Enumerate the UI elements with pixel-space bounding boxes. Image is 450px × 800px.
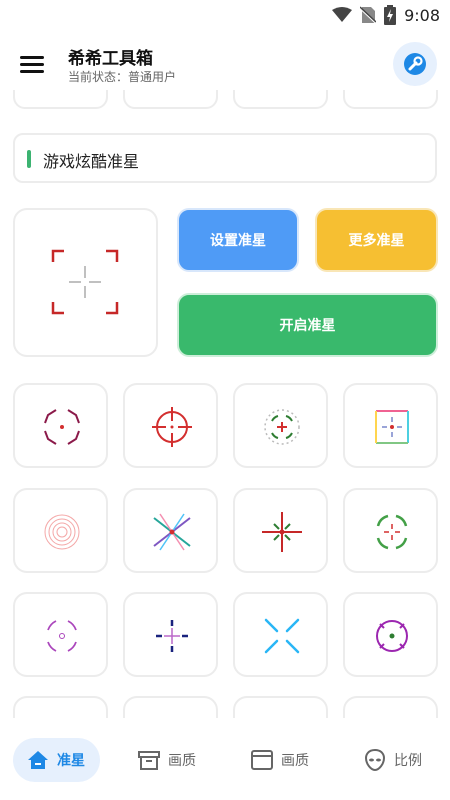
more-crosshair-button[interactable]: 更多准星: [315, 208, 438, 272]
crosshair-option[interactable]: [123, 383, 218, 468]
wrench-icon: [404, 53, 426, 75]
nav-label: 画质: [281, 753, 309, 769]
crosshair-dotted-ring-icon: [264, 409, 300, 445]
crosshair-scope-icon: [152, 407, 192, 447]
wrench-button[interactable]: [393, 42, 437, 86]
crosshair-magenta-circle-icon: [376, 620, 408, 652]
crosshair-option[interactable]: [123, 592, 218, 677]
crosshair-option[interactable]: [343, 592, 438, 677]
status-time: 9:08: [404, 5, 440, 25]
crosshair-star-icon: [262, 512, 302, 552]
nav-quality-1[interactable]: 画质: [138, 738, 196, 782]
crosshair-option[interactable]: [343, 696, 438, 718]
crosshair-option[interactable]: [233, 383, 328, 468]
open-crosshair-button[interactable]: 开启准星: [177, 293, 438, 357]
crosshair-option[interactable]: [13, 383, 108, 468]
nav-ratio[interactable]: 比例: [364, 738, 422, 782]
nav-label: 比例: [394, 753, 422, 769]
main-content[interactable]: 游戏炫酷准星 设置准星 更多准星 开启准星: [0, 90, 450, 718]
crosshair-preview-icon: [51, 249, 119, 315]
window-icon: [251, 750, 273, 770]
home-icon: [28, 751, 48, 769]
crosshair-navy-plus-icon: [156, 620, 188, 652]
crosshair-option[interactable]: [233, 592, 328, 677]
set-crosshair-button[interactable]: 设置准星: [177, 208, 299, 272]
app-title: 希希工具箱: [68, 49, 153, 69]
crosshair-purple-ring-icon: [47, 620, 77, 652]
scrolled-card[interactable]: [123, 90, 218, 109]
nav-quality-2[interactable]: 画质: [251, 738, 309, 782]
crosshair-option[interactable]: [233, 696, 328, 718]
nav-crosshair[interactable]: 准星: [13, 738, 100, 782]
scrolled-card[interactable]: [233, 90, 328, 109]
crosshair-x-multicolor-icon: [153, 513, 191, 551]
crosshair-option[interactable]: [233, 488, 328, 573]
bottom-navigation: 准星 画质 画质 比例: [0, 718, 450, 800]
nav-label: 画质: [168, 753, 196, 769]
crosshair-option[interactable]: [343, 383, 438, 468]
nav-label: 准星: [57, 753, 85, 769]
scrolled-card[interactable]: [343, 90, 438, 109]
crosshair-option[interactable]: [123, 488, 218, 573]
crosshair-concentric-icon: [44, 514, 80, 550]
crosshair-green-brackets-icon: [376, 514, 408, 550]
status-icons: 9:08: [332, 4, 440, 26]
crosshair-option[interactable]: [13, 696, 108, 718]
menu-icon[interactable]: [20, 54, 46, 76]
section-accent-bar: [27, 150, 31, 168]
status-bar: 9:08: [0, 0, 450, 30]
section-header: 游戏炫酷准星: [13, 133, 437, 183]
scrolled-card[interactable]: [13, 90, 108, 109]
crosshair-rainbow-square-icon: [375, 410, 409, 444]
crosshair-preview: [13, 208, 158, 357]
alien-face-icon: [364, 749, 386, 771]
crosshair-option[interactable]: [13, 488, 108, 573]
crosshair-option[interactable]: [13, 592, 108, 677]
crosshair-octagon-icon: [44, 409, 80, 445]
archive-box-icon: [138, 751, 160, 770]
wifi-icon: [332, 7, 353, 22]
crosshair-cyan-x-icon: [264, 618, 300, 654]
section-title: 游戏炫酷准星: [43, 152, 140, 171]
crosshair-option[interactable]: [343, 488, 438, 573]
crosshair-option[interactable]: [123, 696, 218, 718]
battery-charging-icon: [384, 5, 397, 25]
no-sim-icon: [360, 6, 377, 24]
user-status: 当前状态：普通用户: [68, 70, 177, 84]
